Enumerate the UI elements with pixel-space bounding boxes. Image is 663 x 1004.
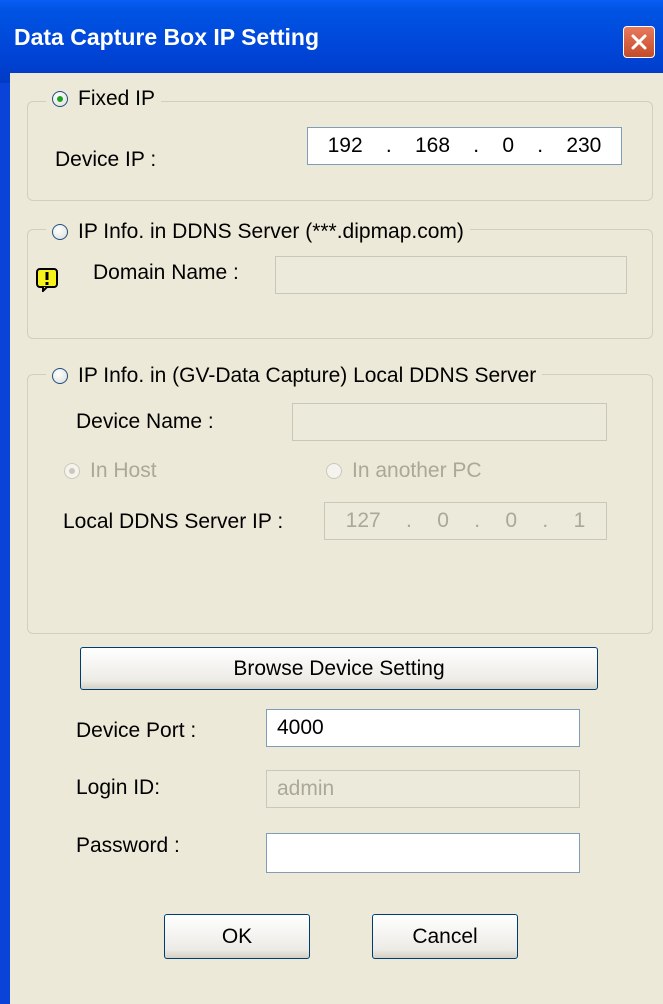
local-ddns-server-ip-field[interactable]: 127. 0. 0. 1 [324,502,607,540]
device-name-label: Device Name : [76,410,214,433]
cancel-button[interactable]: Cancel [372,914,518,959]
local-ddns-server-ip-label: Local DDNS Server IP : [63,510,284,533]
domain-name-input[interactable] [275,256,627,294]
device-ip-label: Device IP : [55,148,157,171]
in-host-option[interactable]: In Host [64,459,157,483]
close-button[interactable] [623,26,655,58]
device-port-label: Device Port : [76,719,197,742]
device-ip-octet-4[interactable]: 230 [566,134,601,158]
local-ddns-label: IP Info. in (GV-Data Capture) Local DDNS… [78,364,537,387]
device-ip-octet-1[interactable]: 192 [328,134,363,158]
server-ip-octet-1[interactable]: 127 [346,509,381,533]
ddns-option[interactable]: IP Info. in DDNS Server (***.dipmap.com) [46,220,470,244]
title-bar[interactable]: Data Capture Box IP Setting [0,0,663,83]
password-input[interactable] [266,833,580,873]
in-host-radio[interactable] [64,463,80,479]
device-name-input[interactable] [292,403,607,441]
in-another-pc-radio[interactable] [326,463,342,479]
server-ip-octet-3[interactable]: 0 [505,509,517,533]
ddns-label: IP Info. in DDNS Server (***.dipmap.com) [78,220,464,243]
in-host-label: In Host [90,459,157,482]
server-ip-octet-2[interactable]: 0 [437,509,449,533]
warning-icon [36,268,58,297]
close-icon [631,34,647,50]
fixed-ip-radio[interactable] [52,91,68,107]
local-ddns-radio[interactable] [52,368,68,384]
in-another-pc-option[interactable]: In another PC [326,459,482,483]
ddns-radio[interactable] [52,224,68,240]
login-id-label: Login ID: [76,776,161,799]
fixed-ip-option[interactable]: Fixed IP [46,87,162,111]
dialog-window: Data Capture Box IP Setting Fixed IP Dev… [0,0,663,1004]
window-title: Data Capture Box IP Setting [14,24,320,50]
device-port-input[interactable]: 4000 [266,709,580,747]
login-id-input[interactable]: admin [266,770,580,808]
browse-device-setting-button[interactable]: Browse Device Setting [80,647,598,690]
fixed-ip-label: Fixed IP [78,87,156,110]
in-another-pc-label: In another PC [352,459,482,482]
server-ip-octet-4[interactable]: 1 [574,509,586,533]
device-ip-octet-3[interactable]: 0 [502,134,514,158]
device-ip-field[interactable]: 192. 168. 0. 230 [307,127,622,165]
local-ddns-option[interactable]: IP Info. in (GV-Data Capture) Local DDNS… [46,364,543,388]
password-label: Password : [76,834,180,857]
dialog-body: Fixed IP Device IP : 192. 168. 0. 230 IP… [10,73,663,1004]
domain-name-label: Domain Name : [93,261,239,284]
device-ip-octet-2[interactable]: 168 [415,134,450,158]
ok-button[interactable]: OK [164,914,310,959]
